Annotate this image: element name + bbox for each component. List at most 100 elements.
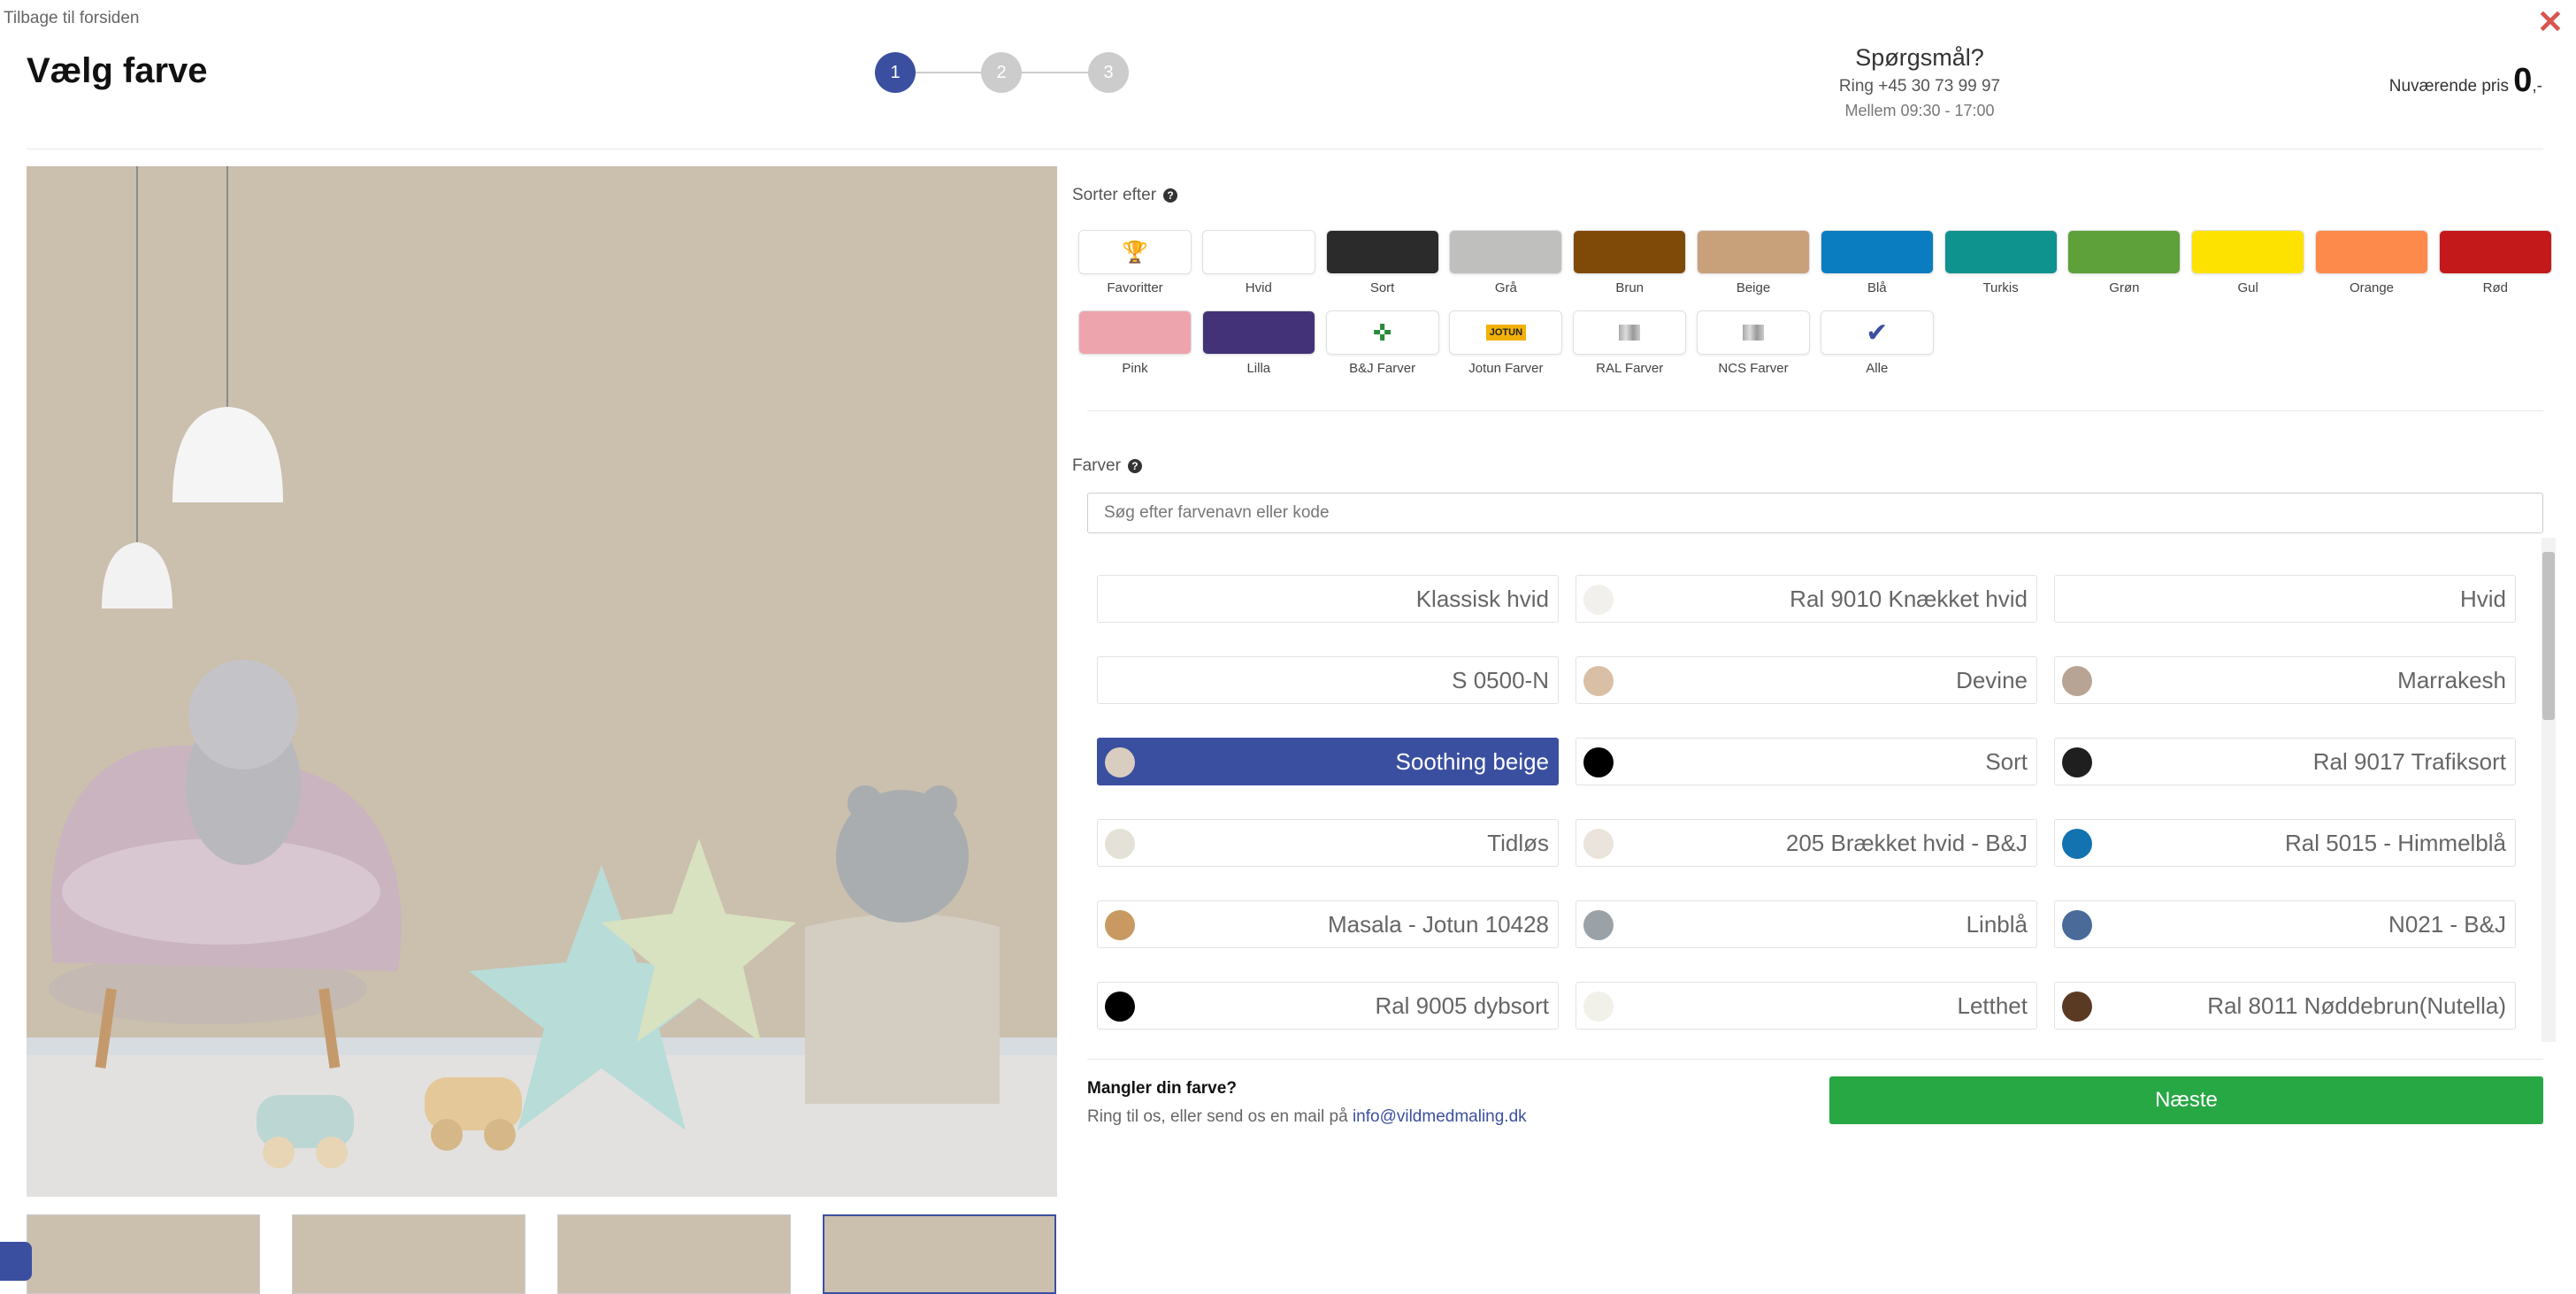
- color-option-label: Ral 9017 Trafiksort: [2312, 747, 2506, 775]
- color-option[interactable]: Klassisk hvid: [1097, 575, 1559, 623]
- color-option[interactable]: Ral 9005 dybsort: [1097, 982, 1559, 1030]
- color-filter-label: B&J Farver: [1349, 361, 1416, 376]
- color-dot: [1105, 910, 1135, 940]
- color-option[interactable]: Linblå: [1576, 900, 2037, 948]
- color-option[interactable]: Marrakesh: [2054, 656, 2516, 704]
- color-dot: [2062, 992, 2092, 1022]
- color-option-label: Ral 9010 Knækket hvid: [1790, 585, 2028, 612]
- color-filter-label: Jotun Farver: [1468, 361, 1544, 376]
- color-filter-label: Lilla: [1246, 361, 1271, 376]
- color-option-label: Soothing beige: [1395, 747, 1549, 775]
- missing-color-text: Ring til os, eller send os en mail på: [1087, 1107, 1348, 1126]
- color-filter-9[interactable]: [2067, 230, 2181, 274]
- color-filter-12[interactable]: [2438, 230, 2552, 274]
- close-icon[interactable]: ✕: [2537, 4, 2564, 41]
- color-option[interactable]: Ral 9010 Knækket hvid: [1576, 575, 2037, 623]
- color-option-label: Sort: [1985, 747, 2028, 775]
- color-option[interactable]: Hvid: [2054, 575, 2516, 623]
- color-option[interactable]: Masala - Jotun 10428: [1097, 900, 1559, 948]
- color-option[interactable]: N021 - B&J: [2054, 900, 2516, 948]
- colors-label-text: Farver: [1072, 456, 1121, 475]
- color-option[interactable]: Ral 9017 Trafiksort: [2054, 738, 2516, 785]
- color-dot: [1105, 585, 1135, 615]
- color-dot: [2062, 666, 2092, 696]
- price-label: Nuværende pris: [2388, 77, 2509, 96]
- missing-color-title: Mangler din farve?: [1087, 1079, 1237, 1098]
- color-option[interactable]: S 0500-N: [1097, 656, 1559, 704]
- color-filter-17[interactable]: [1573, 310, 1687, 355]
- color-filter-11[interactable]: [2315, 230, 2428, 274]
- colors-label: Farver?: [1072, 456, 1142, 476]
- color-filter-15[interactable]: ✜: [1325, 310, 1439, 355]
- color-option[interactable]: Ral 5015 - Himmelblå: [2054, 819, 2516, 867]
- color-filter-6[interactable]: [1697, 230, 1810, 274]
- color-option-label: Ral 5015 - Himmelblå: [2285, 829, 2506, 856]
- color-dot: [1105, 747, 1135, 777]
- color-filter-13[interactable]: [1078, 310, 1192, 355]
- color-filter-3[interactable]: [1325, 230, 1439, 274]
- color-filter-5[interactable]: [1573, 230, 1687, 274]
- help-icon[interactable]: ?: [1163, 188, 1178, 203]
- color-dot: [1583, 910, 1614, 940]
- color-option-label: S 0500-N: [1452, 666, 1549, 693]
- color-dot: [1583, 829, 1614, 859]
- trophy-icon: 🏆: [1122, 240, 1148, 264]
- color-filter-label: Alle: [1866, 361, 1889, 376]
- ncs-swatch-icon: [1743, 325, 1764, 341]
- color-option[interactable]: 205 Brækket hvid - B&J: [1576, 819, 2037, 867]
- color-filter-4[interactable]: [1449, 230, 1563, 274]
- room-thumbnail-2[interactable]: [292, 1214, 525, 1294]
- questions-hours: Mellem 09:30 - 17:00: [1844, 102, 1995, 119]
- chat-widget-icon[interactable]: [0, 1242, 32, 1281]
- help-icon[interactable]: ?: [1127, 459, 1142, 473]
- color-option-label: Devine: [1956, 666, 2028, 693]
- color-filter-label: Grøn: [2109, 280, 2140, 295]
- color-option[interactable]: Devine: [1576, 656, 2037, 704]
- color-filter-2[interactable]: [1201, 230, 1315, 274]
- color-option[interactable]: Sort: [1576, 738, 2037, 785]
- color-option[interactable]: Tidløs: [1097, 819, 1559, 867]
- color-dot: [2062, 829, 2092, 859]
- color-filter-8[interactable]: [1944, 230, 2058, 274]
- color-filter-16[interactable]: JOTUN: [1449, 310, 1563, 355]
- bj-logo-icon: ✜: [1372, 318, 1392, 346]
- color-option-label: Hvid: [2459, 585, 2506, 612]
- room-thumbnail-1[interactable]: [27, 1214, 260, 1294]
- color-filter-1[interactable]: 🏆: [1078, 230, 1192, 274]
- price-value: 0: [2513, 62, 2533, 99]
- color-filter-label: Favoritter: [1107, 280, 1163, 295]
- color-dot: [2062, 910, 2092, 940]
- color-option[interactable]: Ral 8011 Nøddebrun(Nutella): [2054, 982, 2516, 1030]
- step-2[interactable]: 2: [981, 52, 1022, 93]
- step-1[interactable]: 1: [875, 52, 916, 93]
- color-option[interactable]: Soothing beige: [1097, 738, 1559, 785]
- color-filter-7[interactable]: [1820, 230, 1934, 274]
- color-option-label: Letthet: [1957, 992, 2028, 1019]
- color-filter-14[interactable]: [1201, 310, 1315, 355]
- step-3[interactable]: 3: [1088, 52, 1129, 93]
- next-button[interactable]: Næste: [1829, 1076, 2543, 1124]
- color-filter-label: Hvid: [1245, 280, 1272, 295]
- email-link[interactable]: info@vildmedmaling.dk: [1353, 1107, 1527, 1126]
- color-filter-19[interactable]: ✔: [1820, 310, 1934, 355]
- color-option-label: N021 - B&J: [2388, 910, 2506, 938]
- color-filter-18[interactable]: [1697, 310, 1810, 355]
- page-title: Vælg farve: [27, 51, 208, 90]
- color-option-label: Ral 8011 Nøddebrun(Nutella): [2207, 992, 2506, 1019]
- back-to-home-link[interactable]: Tilbage til forsiden: [4, 9, 139, 28]
- color-option-label: Klassisk hvid: [1415, 585, 1549, 612]
- color-option[interactable]: Letthet: [1576, 982, 2037, 1030]
- scrollbar-thumb[interactable]: [2542, 552, 2555, 720]
- filter-divider: [1087, 410, 2543, 411]
- color-dot: [1105, 992, 1135, 1022]
- questions-phone: Ring +45 30 73 99 97: [1838, 77, 2001, 96]
- room-illustration: [27, 166, 1057, 1197]
- color-search-input[interactable]: Søg efter farvenavn eller kode: [1087, 493, 2543, 533]
- room-thumbnail-3[interactable]: [557, 1214, 791, 1294]
- color-filter-10[interactable]: [2191, 230, 2305, 274]
- footer-divider: [1087, 1059, 2543, 1060]
- color-dot: [1583, 747, 1614, 777]
- missing-color-info: Mangler din farve? Ring til os, eller se…: [1087, 1079, 1527, 1127]
- questions-title: Spørgsmål?: [1855, 44, 1984, 71]
- room-thumbnail-4[interactable]: [823, 1214, 1056, 1294]
